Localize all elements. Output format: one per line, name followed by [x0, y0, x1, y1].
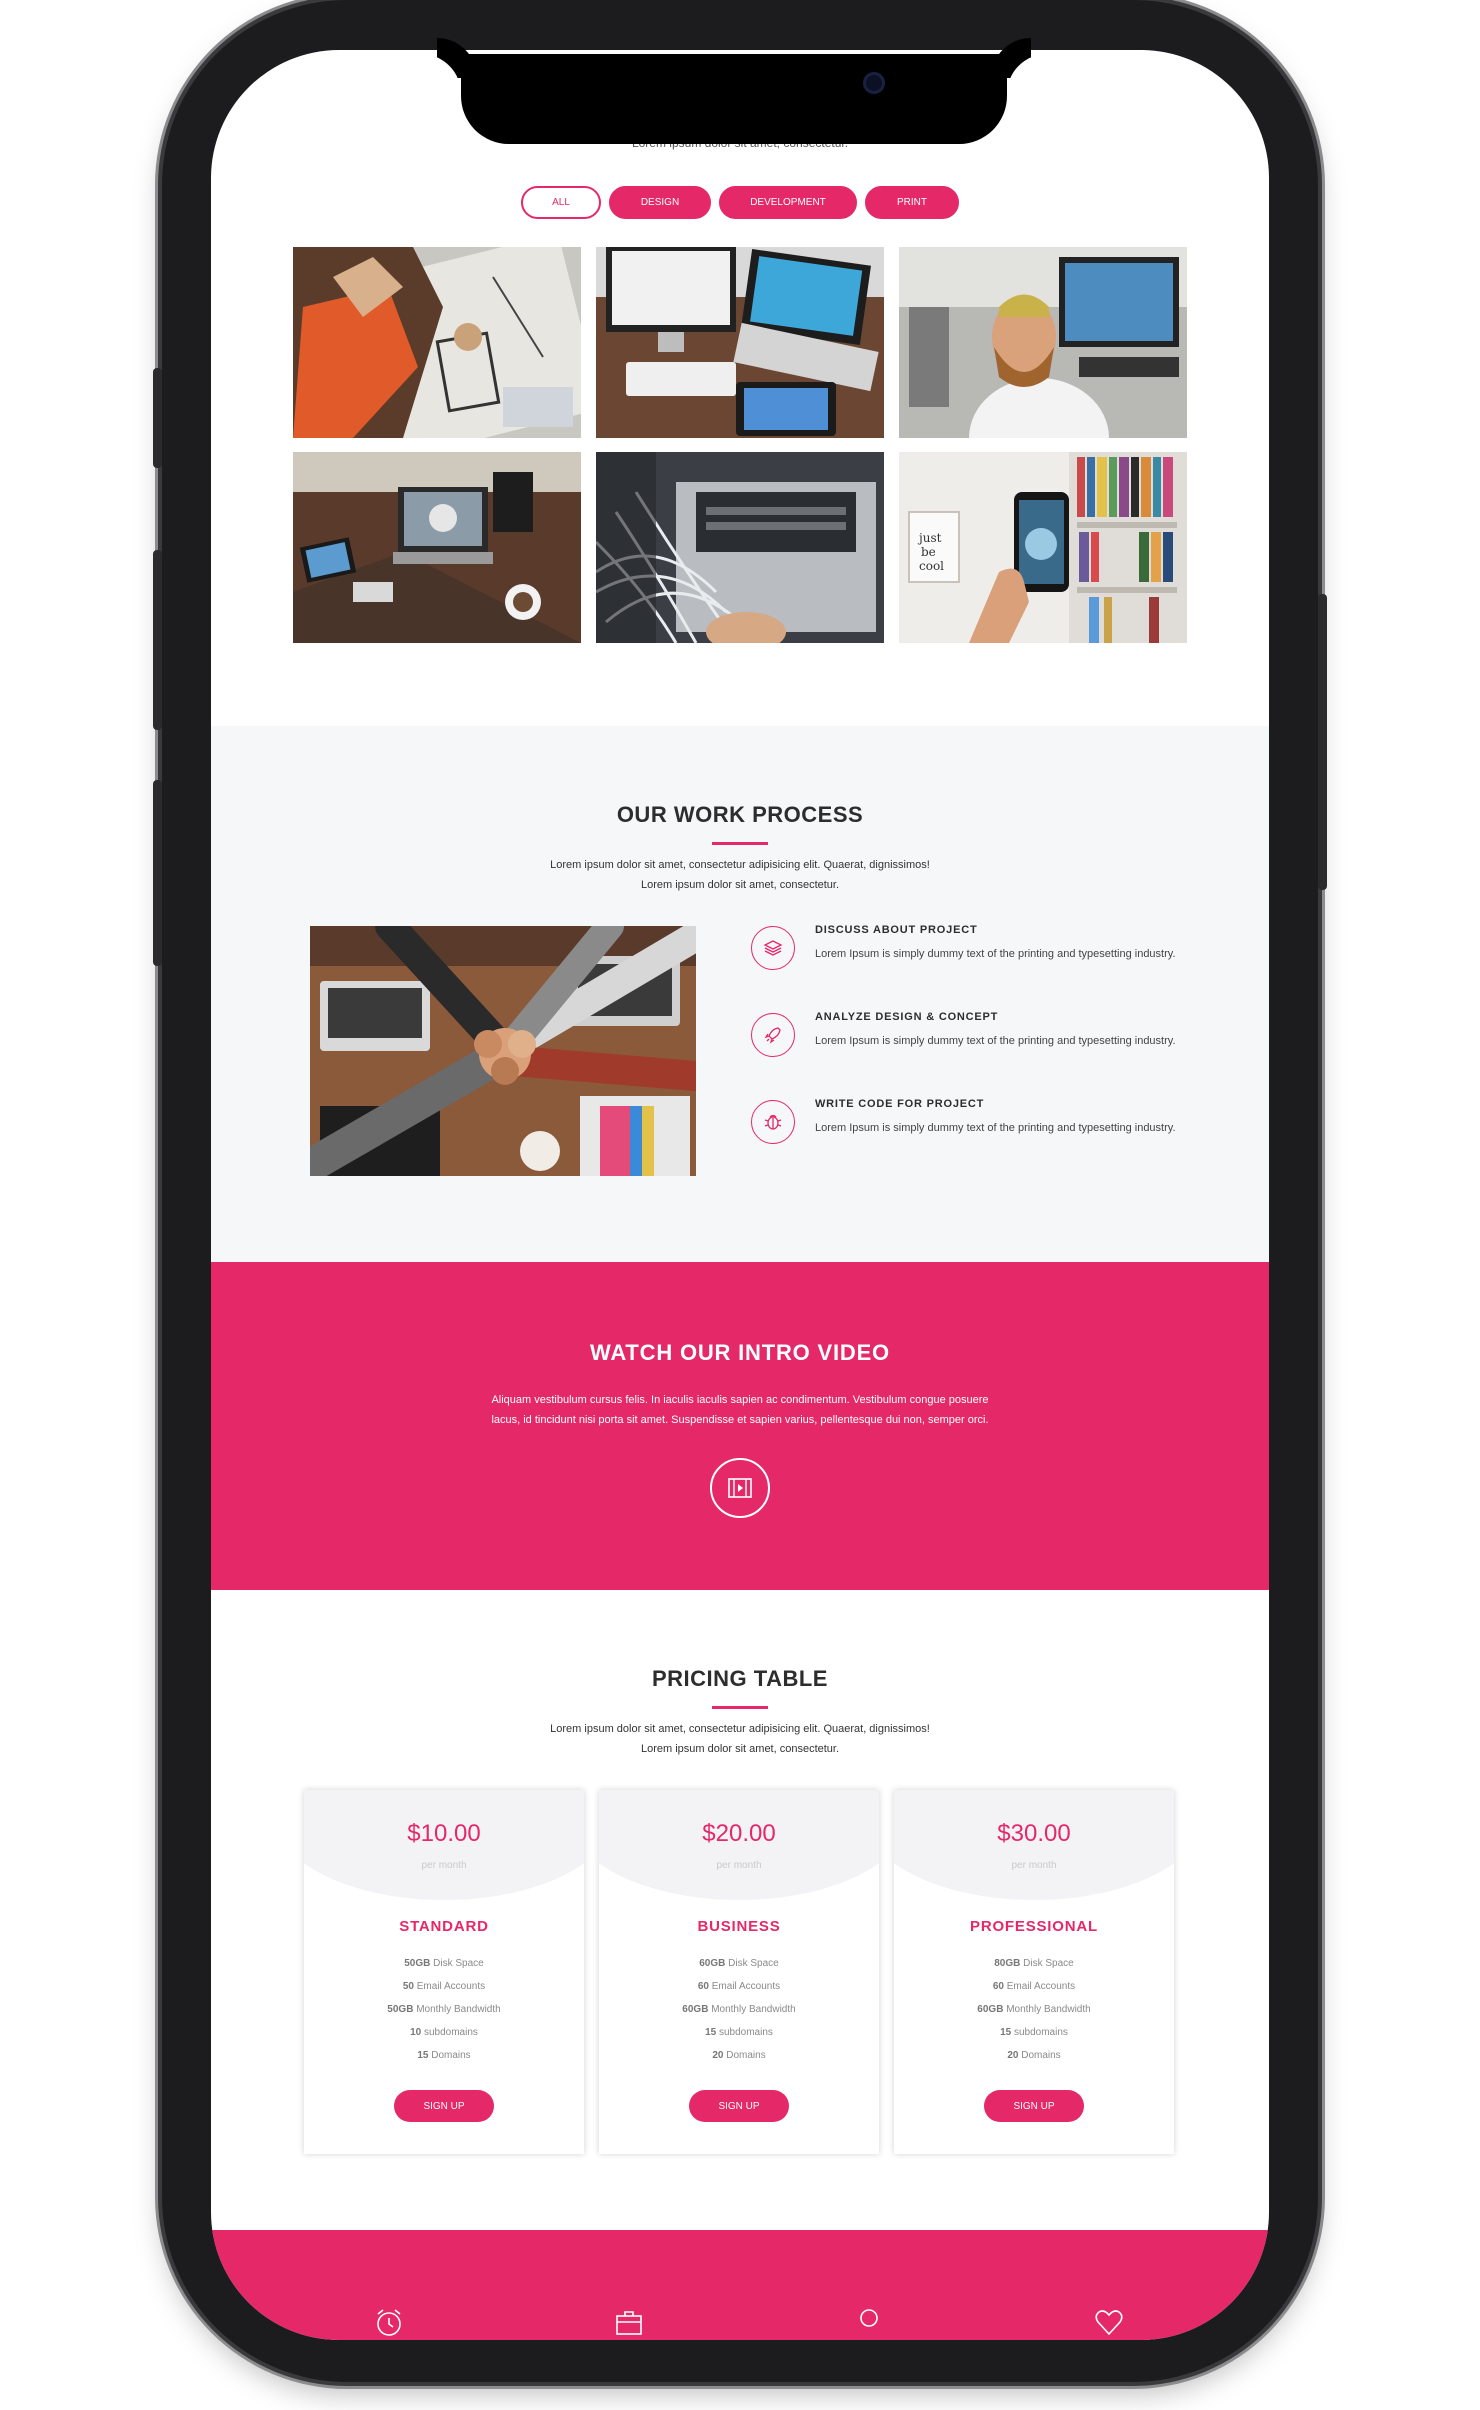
heart-icon	[1089, 2302, 1129, 2340]
plan-name: PROFESSIONAL	[970, 1918, 1098, 1935]
phone-power-button	[1318, 594, 1327, 890]
gallery-item-smiling-man-office[interactable]	[899, 247, 1187, 438]
filter-design-button[interactable]: DESIGN	[609, 186, 711, 219]
plan-name: BUSINESS	[697, 1918, 781, 1935]
plan-feature-subdomains: 15 subdomains	[1000, 2027, 1068, 2038]
play-video-button[interactable]	[710, 1458, 770, 1518]
plan-feature-domains: 20 Domains	[1007, 2050, 1061, 2061]
teamwork-fist-bump-image	[310, 926, 696, 1176]
plan-name: STANDARD	[399, 1918, 489, 1935]
pricing-cards: $10.00 per month STANDARD 50GB Disk Spac…	[304, 1790, 1174, 2154]
plan-feature-bandwidth: 60GB Monthly Bandwidth	[682, 2004, 796, 2015]
gallery-item-imac-keyboard-tablet[interactable]	[596, 247, 884, 438]
process-step-discuss: DISCUSS ABOUT PROJECT Lorem Ipsum is sim…	[751, 924, 1221, 1006]
pricing-card-business: $20.00 per month BUSINESS 60GB Disk Spac…	[599, 1790, 879, 2154]
bug-icon	[751, 1100, 795, 1144]
process-step-desc: Lorem Ipsum is simply dummy text of the …	[815, 1122, 1176, 1134]
plan-feature-subdomains: 10 subdomains	[410, 2027, 478, 2038]
pricing-lead-line1: Lorem ipsum dolor sit amet, consectetur …	[550, 1723, 930, 1735]
phone-silent-switch	[153, 368, 162, 468]
gallery-item-network-cables-server[interactable]	[596, 452, 884, 643]
plan-feature-bandwidth: 60GB Monthly Bandwidth	[977, 2004, 1091, 2015]
circle-icon	[849, 2302, 889, 2340]
svg-text:just: just	[917, 531, 942, 545]
plan-feature-disk: 80GB Disk Space	[994, 1958, 1074, 1969]
film-play-icon	[728, 1478, 752, 1498]
svg-text:cool: cool	[919, 559, 944, 573]
plan-feature-domains: 20 Domains	[712, 2050, 766, 2061]
plan-feature-email: 60 Email Accounts	[697, 1981, 781, 1992]
filter-development-button[interactable]: DEVELOPMENT	[719, 186, 857, 219]
process-step-title: WRITE CODE FOR PROJECT	[815, 1098, 985, 1110]
portfolio-filters: ALL DESIGN DEVELOPMENT PRINT	[211, 186, 1269, 219]
plan-feature-email: 60 Email Accounts	[992, 1981, 1076, 1992]
process-step-desc: Lorem Ipsum is simply dummy text of the …	[815, 1035, 1176, 1047]
work-process-lead-line1: Lorem ipsum dolor sit amet, consectetur …	[550, 859, 930, 871]
plan-price: $10.00	[407, 1820, 481, 1847]
work-process-lead-line2: Lorem ipsum dolor sit amet, consectetur.	[640, 879, 840, 891]
process-step-desc: Lorem Ipsum is simply dummy text of the …	[815, 948, 1176, 960]
signup-button-business[interactable]: SIGN UP	[689, 2090, 789, 2122]
layers-icon	[751, 926, 795, 970]
plan-period: per month	[716, 1860, 762, 1871]
plan-price: $30.00	[997, 1820, 1071, 1847]
process-step-title: DISCUSS ABOUT PROJECT	[815, 924, 978, 936]
pricing-title: PRICING TABLE	[652, 1666, 828, 1691]
process-step-analyze: ANALYZE DESIGN & CONCEPT Lorem Ipsum is …	[751, 1011, 1221, 1093]
pricing-title-underline	[712, 1706, 768, 1709]
work-process-title: OUR WORK PROCESS	[616, 802, 864, 827]
rocket-icon	[751, 1013, 795, 1057]
plan-feature-domains: 15 Domains	[417, 2050, 471, 2061]
gallery-item-designer-sketching[interactable]	[293, 247, 581, 438]
work-process-title-underline	[712, 842, 768, 845]
pricing-lead-line2: Lorem ipsum dolor sit amet, consectetur.	[640, 1743, 840, 1755]
phone-notch	[461, 54, 1007, 144]
plan-period: per month	[1011, 1860, 1057, 1871]
svg-text:be: be	[921, 545, 936, 559]
briefcase-icon	[609, 2302, 649, 2340]
filter-all-button[interactable]: ALL	[521, 186, 601, 219]
intro-video-text-line1: Aliquam vestibulum cursus felis. In iacu…	[491, 1394, 989, 1406]
front-camera	[863, 72, 885, 94]
plan-period: per month	[421, 1860, 467, 1871]
process-step-title: ANALYZE DESIGN & CONCEPT	[815, 1011, 999, 1023]
alarm-clock-icon	[369, 2302, 409, 2340]
process-step-code: WRITE CODE FOR PROJECT Lorem Ipsum is si…	[751, 1098, 1221, 1180]
signup-button-professional[interactable]: SIGN UP	[984, 2090, 1084, 2122]
phone-volume-up-button	[153, 550, 162, 730]
pricing-card-standard: $10.00 per month STANDARD 50GB Disk Spac…	[304, 1790, 584, 2154]
intro-video-text-line2: lacus, id tincidunt nisi porta sit amet.…	[491, 1414, 989, 1426]
filter-print-button[interactable]: PRINT	[865, 186, 959, 219]
phone-volume-down-button	[153, 780, 162, 966]
portfolio-gallery: just be cool	[293, 247, 1187, 643]
plan-feature-email: 50 Email Accounts	[402, 1981, 486, 1992]
intro-video-title: WATCH OUR INTRO VIDEO	[590, 1340, 890, 1365]
signup-button-standard[interactable]: SIGN UP	[394, 2090, 494, 2122]
plan-price: $20.00	[702, 1820, 776, 1847]
gallery-item-hand-holding-phone[interactable]: just be cool	[899, 452, 1187, 643]
phone-screen: Lorem ipsum dolor sit amet, consectetur.…	[211, 50, 1269, 2340]
plan-feature-subdomains: 15 subdomains	[705, 2027, 773, 2038]
plan-feature-disk: 50GB Disk Space	[404, 1958, 484, 1969]
plan-feature-disk: 60GB Disk Space	[699, 1958, 779, 1969]
pricing-card-professional: $30.00 per month PROFESSIONAL 80GB Disk …	[894, 1790, 1174, 2154]
gallery-item-desk-laptop-gadgets[interactable]	[293, 452, 581, 643]
plan-feature-bandwidth: 50GB Monthly Bandwidth	[387, 2004, 501, 2015]
